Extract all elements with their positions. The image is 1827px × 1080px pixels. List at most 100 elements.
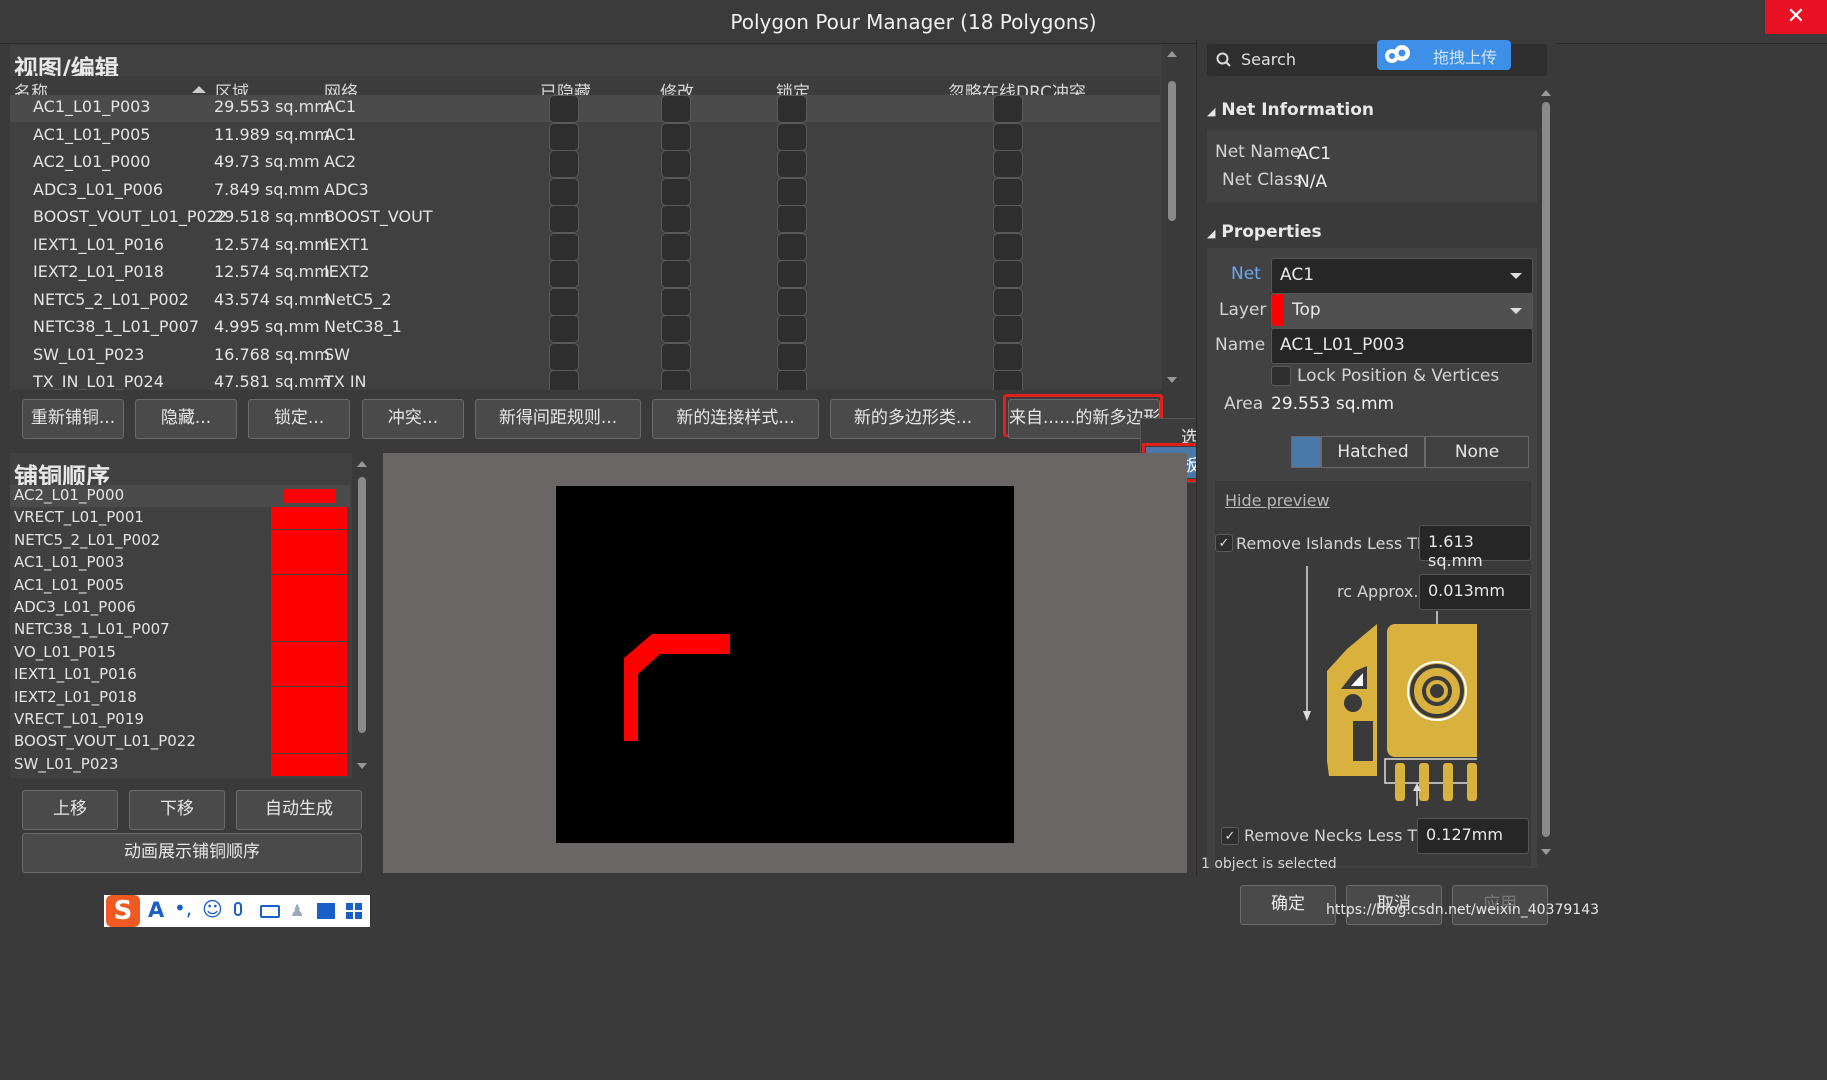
conflict-button[interactable]: 冲突... (362, 399, 464, 439)
modified-checkbox[interactable] (661, 232, 691, 261)
hidden-checkbox[interactable] (549, 150, 579, 178)
hidden-checkbox[interactable] (549, 95, 579, 123)
ignore-drc-checkbox[interactable] (993, 287, 1023, 316)
fill-solid-option[interactable] (1291, 436, 1321, 468)
toolbox-grid-icon[interactable] (346, 903, 362, 919)
table-row[interactable]: AC1_L01_P003 29.553 sq.mm AC1 (10, 95, 1160, 123)
list-item[interactable]: VO_L01_P015 (10, 641, 350, 664)
ignore-drc-checkbox[interactable] (993, 315, 1023, 343)
hidden-checkbox[interactable] (549, 342, 579, 371)
table-row[interactable]: AC1_L01_P005 11.989 sq.mm AC1 (10, 122, 1160, 151)
scroll-down-icon[interactable] (1167, 377, 1177, 383)
name-input[interactable]: AC1_L01_P003 (1271, 328, 1533, 364)
hide-button[interactable]: 隐藏... (135, 399, 237, 439)
modified-checkbox[interactable] (661, 370, 691, 390)
scroll-thumb[interactable] (358, 477, 366, 733)
properties-header[interactable]: ◢ Properties (1207, 222, 1322, 242)
ignore-drc-checkbox[interactable] (993, 260, 1023, 288)
ok-button[interactable]: 确定 (1240, 885, 1336, 925)
modified-checkbox[interactable] (661, 150, 691, 178)
locked-checkbox[interactable] (777, 205, 807, 233)
lock-button[interactable]: 锁定... (248, 399, 350, 439)
new-connect-style-button[interactable]: 新的连接样式... (652, 399, 819, 439)
modified-checkbox[interactable] (661, 95, 691, 123)
hide-preview-link[interactable]: Hide preview (1225, 491, 1330, 510)
hidden-checkbox[interactable] (549, 122, 579, 151)
list-item[interactable]: SW_L01_P023 (10, 753, 350, 776)
hidden-checkbox[interactable] (549, 287, 579, 316)
scroll-up-icon[interactable] (357, 461, 367, 467)
modified-checkbox[interactable] (661, 205, 691, 233)
upload-badge[interactable]: 拖拽上传 (1377, 40, 1511, 70)
remove-necks-input[interactable]: 0.127mm (1417, 818, 1529, 854)
panel-scrollbar[interactable] (1539, 84, 1553, 874)
animate-order-button[interactable]: 动画展示铺铜顺序 (22, 833, 362, 873)
move-up-button[interactable]: 上移 (22, 790, 118, 830)
list-item[interactable]: VRECT_L01_P001 (10, 507, 350, 530)
scroll-down-icon[interactable] (1541, 849, 1551, 855)
locked-checkbox[interactable] (777, 177, 807, 206)
scroll-up-icon[interactable] (1541, 90, 1551, 96)
input-mode-icon[interactable]: A (148, 898, 164, 922)
list-item[interactable]: NETC38_1_L01_P007 (10, 619, 350, 642)
layer-select[interactable]: Top (1271, 293, 1533, 329)
modified-checkbox[interactable] (661, 260, 691, 288)
punctuation-icon[interactable]: •, (174, 896, 192, 920)
fill-hatched-option[interactable]: Hatched (1321, 436, 1425, 468)
locked-checkbox[interactable] (777, 122, 807, 151)
modified-checkbox[interactable] (661, 122, 691, 151)
modified-checkbox[interactable] (661, 177, 691, 206)
table-row[interactable]: ADC3_L01_P006 7.849 sq.mm ADC3 (10, 177, 1160, 206)
ignore-drc-checkbox[interactable] (993, 122, 1023, 151)
net-info-header[interactable]: ◢ Net Information (1207, 100, 1374, 120)
remove-islands-input[interactable]: 1.613 sq.mm (1419, 525, 1531, 570)
lock-checkbox[interactable] (1271, 366, 1291, 386)
repour-button[interactable]: 重新铺铜... (22, 399, 124, 439)
scroll-thumb[interactable] (1542, 102, 1550, 837)
table-row[interactable]: IEXT1_L01_P016 12.574 sq.mm IEXT1 (10, 232, 1160, 261)
table-row[interactable]: TX_IN_L01_P024 47.581 sq.mm TX IN (10, 370, 1160, 390)
close-button[interactable]: ✕ (1765, 0, 1827, 34)
search-input[interactable]: Search (1241, 50, 1296, 69)
ignore-drc-checkbox[interactable] (993, 370, 1023, 390)
locked-checkbox[interactable] (777, 95, 807, 123)
net-select[interactable]: AC1 (1271, 258, 1533, 294)
new-polygon-from-button[interactable]: 来自......的新多边形 (1008, 399, 1160, 439)
locked-checkbox[interactable] (777, 342, 807, 371)
skin-shirt-icon[interactable] (317, 903, 335, 919)
microphone-icon[interactable] (234, 902, 242, 916)
new-polygon-class-button[interactable]: 新的多边形类... (830, 399, 996, 439)
hidden-checkbox[interactable] (549, 232, 579, 261)
new-clearance-rule-button[interactable]: 新得间距规则... (475, 399, 641, 439)
scroll-up-icon[interactable] (1167, 51, 1177, 57)
scroll-down-icon[interactable] (357, 763, 367, 769)
order-scrollbar[interactable] (352, 453, 372, 778)
locked-checkbox[interactable] (777, 370, 807, 390)
locked-checkbox[interactable] (777, 150, 807, 178)
keyboard-icon[interactable] (260, 905, 280, 918)
ignore-drc-checkbox[interactable] (993, 232, 1023, 261)
modified-checkbox[interactable] (661, 342, 691, 371)
remove-islands-checkbox[interactable]: ✓ (1215, 534, 1233, 552)
modified-checkbox[interactable] (661, 315, 691, 343)
table-row[interactable]: NETC38_1_L01_P007 4.995 sq.mm NetC38_1 (10, 315, 1160, 343)
locked-checkbox[interactable] (777, 232, 807, 261)
table-row[interactable]: AC2_L01_P000 49.73 sq.mm AC2 (10, 150, 1160, 178)
list-item[interactable]: VRECT_L01_P019 (10, 709, 350, 731)
table-row[interactable]: SW_L01_P023 16.768 sq.mm SW (10, 342, 1160, 371)
table-row[interactable]: IEXT2_L01_P018 12.574 sq.mm IEXT2 (10, 260, 1160, 288)
ignore-drc-checkbox[interactable] (993, 177, 1023, 206)
locked-checkbox[interactable] (777, 260, 807, 288)
hidden-checkbox[interactable] (549, 370, 579, 390)
remove-necks-checkbox[interactable]: ✓ (1221, 827, 1239, 845)
list-item[interactable]: ADC3_L01_P006 (10, 597, 350, 619)
table-row[interactable]: BOOST_VOUT_L01_P022 29.518 sq.mm BOOST_VOU… (10, 205, 1160, 233)
modified-checkbox[interactable] (661, 287, 691, 316)
hidden-checkbox[interactable] (549, 260, 579, 288)
locked-checkbox[interactable] (777, 315, 807, 343)
scroll-thumb[interactable] (1168, 81, 1176, 221)
hidden-checkbox[interactable] (549, 177, 579, 206)
sogou-logo-icon[interactable]: S (106, 895, 140, 927)
list-item[interactable]: BOOST_VOUT_L01_P022 (10, 731, 350, 754)
list-item[interactable]: IEXT1_L01_P016 (10, 664, 350, 687)
